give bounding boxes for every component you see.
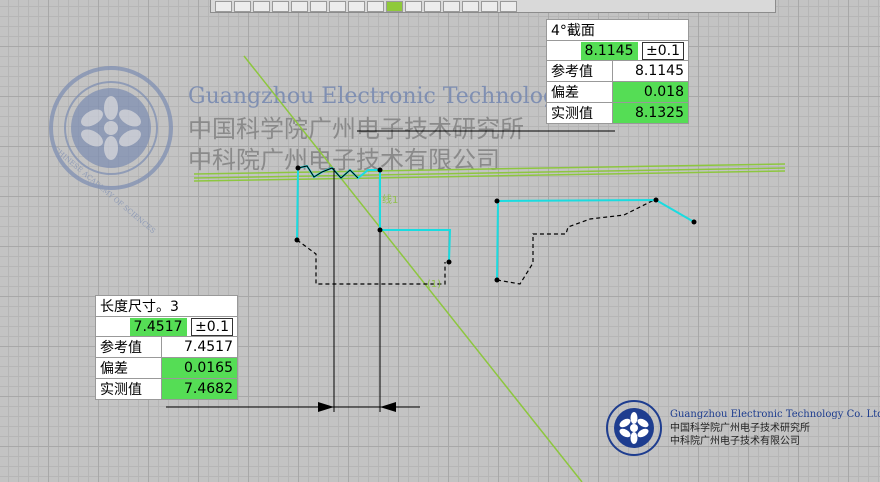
section-table-row-value: 8.1145 — [612, 60, 689, 82]
section-table-row-label: 偏差 — [545, 81, 614, 103]
section-table-row: 参考值 8.1145 — [545, 60, 689, 82]
length-table-row-value: 7.4682 — [161, 378, 238, 400]
length-table-row: 参考值 7.4517 — [94, 336, 238, 358]
section-table-row-value: 0.018 — [612, 81, 689, 103]
section-measure-table[interactable]: 4°截面 8.1145 ±0.1 参考值 8.1145 偏差 0.018 实测值 8.13… — [545, 19, 689, 124]
length-table-row-value: 0.0165 — [161, 357, 238, 379]
logo-institute-cn: 中国科学院广州电子技术研究所 — [670, 423, 810, 434]
length-table-row-value: 7.4517 — [161, 336, 238, 358]
length-table-title: 长度尺寸。3 — [95, 295, 238, 317]
length-table-row-label: 参考值 — [94, 336, 163, 358]
length-table-row: 实测值 7.4682 — [94, 378, 238, 400]
length-tolerance: ±0.1 — [191, 317, 233, 336]
section-table-row-label: 参考值 — [545, 60, 614, 82]
right-profile-nominal — [496, 199, 655, 285]
section-tolerance: ±0.1 — [642, 41, 684, 60]
length-value: 7.4517 — [129, 317, 187, 336]
diagonal-guide-line — [243, 55, 583, 482]
length-table-row: 偏差 0.0165 — [94, 357, 238, 379]
section-table-title: 4°截面 — [546, 19, 689, 41]
logo-company-en: Guangzhou Electronic Technology Co. Ltd — [670, 409, 880, 420]
left-profile-nominal — [296, 239, 446, 285]
dimension-arrow-left — [318, 402, 334, 412]
section-table-row-label: 实测值 — [545, 102, 614, 124]
feature-label-line1: 线1 — [382, 195, 399, 206]
left-profile-points — [294, 165, 452, 265]
section-table-row: 偏差 0.018 — [545, 81, 689, 103]
left-profile-measured — [296, 164, 452, 263]
right-profile-points — [494, 197, 697, 283]
section-value: 8.1145 — [580, 41, 638, 60]
section-table-row-value: 8.1325 — [612, 102, 689, 124]
feature-label-circle: (1) — [427, 279, 442, 290]
right-profile-measured — [496, 198, 695, 281]
dimension-arrow-right — [380, 402, 396, 412]
length-measure-table[interactable]: 长度尺寸。3 7.4517 ±0.1 参考值 7.4517 偏差 0.0165 实测值 7… — [94, 295, 238, 400]
logo-company-cn: 中科院广州电子技术有限公司 — [670, 436, 800, 447]
length-table-row-label: 偏差 — [94, 357, 163, 379]
section-table-row: 实测值 8.1325 — [545, 102, 689, 124]
length-table-row-label: 实测值 — [94, 378, 163, 400]
